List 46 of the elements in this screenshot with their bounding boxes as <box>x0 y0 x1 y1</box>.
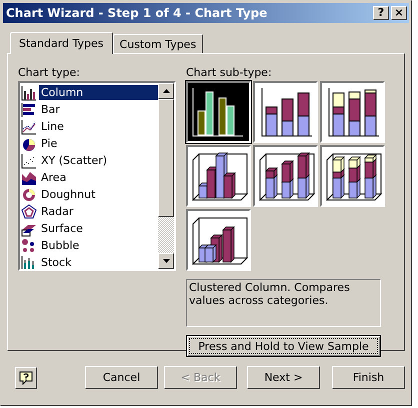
scrollbar[interactable] <box>158 83 174 269</box>
list-item[interactable]: Line <box>20 118 158 135</box>
sub-type-option[interactable] <box>253 145 318 207</box>
list-item[interactable]: Area <box>20 169 158 186</box>
chart-type-icon <box>21 186 37 202</box>
chart-type-icon <box>21 84 37 100</box>
sub-type-option[interactable] <box>186 81 251 143</box>
chart-sub-type-label: Chart sub-type: <box>186 66 273 80</box>
list-item[interactable]: Pie <box>20 135 158 152</box>
chart-type-icon <box>21 204 37 220</box>
list-item[interactable]: Bar <box>20 101 158 118</box>
chart-type-icon <box>21 254 37 269</box>
help-button[interactable] <box>15 366 37 388</box>
sub-type-option[interactable] <box>253 81 318 143</box>
chart-type-icon <box>21 152 37 168</box>
down-arrow-icon <box>162 259 170 263</box>
list-item[interactable]: Bubble <box>20 237 158 254</box>
chart-type-icon <box>21 118 37 134</box>
dialog-button[interactable]: Cancel <box>85 366 158 389</box>
chart-type-icon <box>21 238 37 254</box>
sub-type-option[interactable] <box>186 209 251 271</box>
scroll-thumb[interactable] <box>158 99 174 217</box>
view-sample-button[interactable]: Press and Hold to View Sample <box>186 335 381 357</box>
help-icon <box>19 370 33 384</box>
list-item[interactable]: XY (Scatter) <box>20 152 158 169</box>
list-item[interactable]: Surface <box>20 220 158 237</box>
tab[interactable]: Custom Types <box>112 34 204 53</box>
list-item[interactable]: Radar <box>20 203 158 220</box>
chart-type-icon <box>21 170 37 186</box>
scroll-up-button[interactable] <box>158 83 174 99</box>
chart-type-icon <box>21 102 37 118</box>
list-item[interactable]: Doughnut <box>20 186 158 203</box>
description-text: Clustered Column. Compares values across categories. <box>189 281 350 307</box>
list-item[interactable]: Stock <box>20 254 158 269</box>
help-button[interactable]: ? <box>373 6 389 20</box>
chart-type-label: Chart type: <box>18 66 82 80</box>
scroll-down-button[interactable] <box>158 253 174 269</box>
dialog-button[interactable]: Next > <box>247 366 320 389</box>
close-button[interactable]: × <box>391 6 407 20</box>
sub-type-option[interactable] <box>320 145 385 207</box>
sub-type-option[interactable] <box>320 81 385 143</box>
dialog-button[interactable]: Finish <box>332 366 405 389</box>
sub-type-option[interactable] <box>186 145 251 207</box>
up-arrow-icon <box>162 89 170 93</box>
window-title: Chart Wizard - Step 1 of 4 - Chart Type <box>6 6 268 20</box>
tab[interactable]: Standard Types <box>10 32 113 54</box>
